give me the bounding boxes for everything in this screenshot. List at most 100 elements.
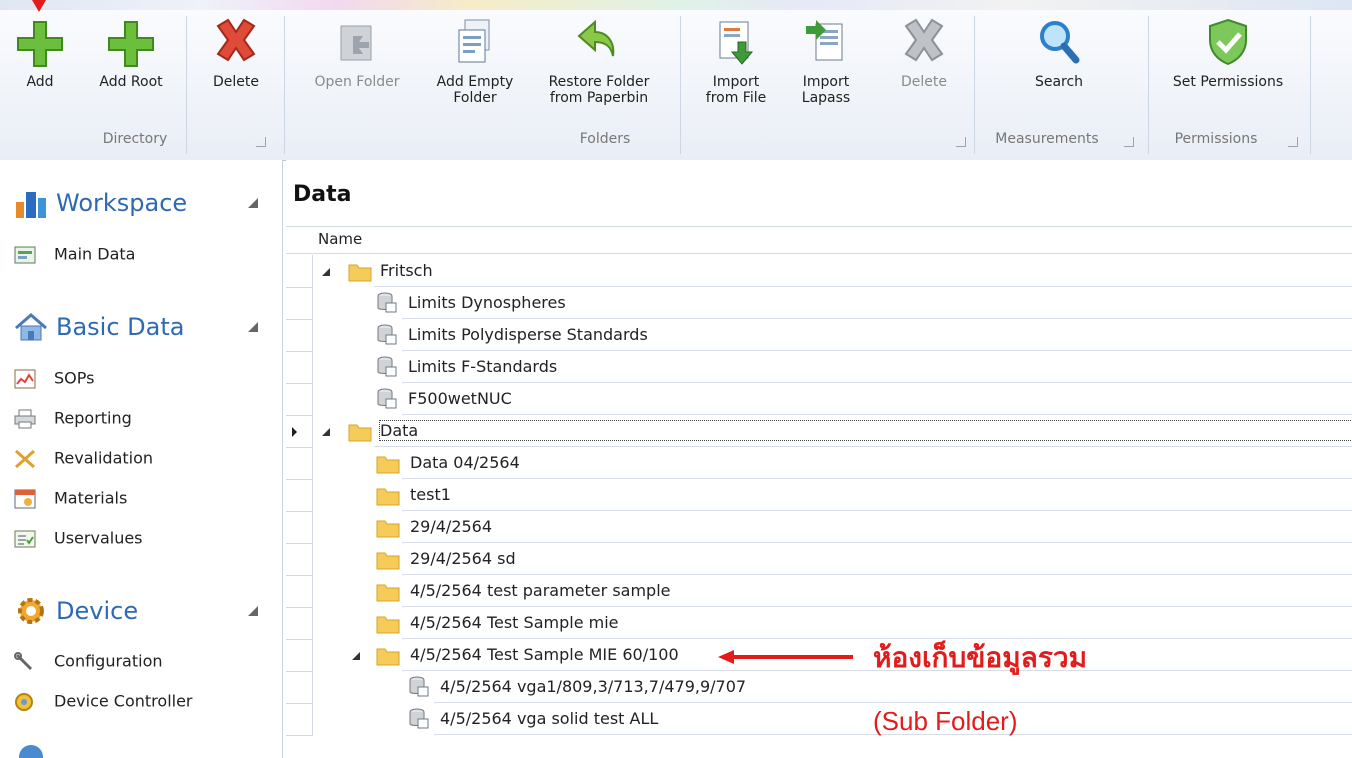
set-permissions-button[interactable]: Set Permissions [1162,16,1294,90]
delete-directory-button[interactable]: Delete [204,16,268,90]
add-root-button[interactable]: Add Root [88,16,174,90]
row-indicator[interactable] [286,607,313,640]
page-title: Data [293,182,352,207]
row-indicator[interactable] [286,511,313,544]
tree-row-folder[interactable]: Fritsch [286,255,1352,288]
collapse-workspace-icon[interactable] [248,198,258,208]
materials-icon [14,489,36,509]
row-indicator[interactable] [286,575,313,608]
open-folder-label: Open Folder [314,74,400,90]
tree-row-folder[interactable]: 29/4/2564 sd [286,543,1352,576]
restore-folder-button[interactable]: Restore Folder from Paperbin [536,16,662,106]
expand-chevron-icon[interactable] [352,652,360,660]
tree-row-folder[interactable]: test1 [286,479,1352,512]
next-section-icon [16,742,46,758]
column-header-label: Name [318,230,363,248]
sidebar-item-main-data[interactable]: Main Data [14,242,135,266]
sidebar-item-device-controller[interactable]: Device Controller [14,689,193,713]
sidebar-item-uservalues[interactable]: Uservalues [14,526,143,550]
import-lapass-button[interactable]: Import Lapass [788,16,864,106]
row-label: 29/4/2564 sd [410,549,516,568]
device-gear-icon [14,596,48,626]
collapse-basic-data-icon[interactable] [248,322,258,332]
section-workspace-label: Workspace [56,189,188,217]
import-file-label-2: from File [705,90,767,106]
permissions-launcher-icon[interactable] [1288,137,1298,147]
sidebar-item-configuration[interactable]: Configuration [14,649,163,673]
row-indicator[interactable] [286,287,313,320]
tree-row-folder[interactable]: 4/5/2564 test parameter sample [286,575,1352,608]
section-basic-data-label: Basic Data [56,313,185,341]
add-empty-folder-button[interactable]: Add Empty Folder [428,16,522,106]
group-folders-label: Folders [579,131,631,147]
annotation-arrow-icon [718,650,853,664]
tree-row-folder[interactable]: 29/4/2564 [286,511,1352,544]
tree-row-item[interactable]: Limits Polydisperse Standards [286,319,1352,352]
row-indicator[interactable] [286,255,313,288]
device-controller-label: Device Controller [54,691,193,711]
tree-row-folder[interactable]: 4/5/2564 Test Sample mie [286,607,1352,640]
tree-row-item[interactable]: 4/5/2564 vga1/809,3/713,7/479,9/707 [286,671,1352,704]
group-separator [974,16,975,154]
restore-folder-label-2: from Paperbin [549,90,649,106]
collapse-device-icon[interactable] [248,606,258,616]
tree-row-folder[interactable]: Data 04/2564 [286,447,1352,480]
top-annotation-arrow-icon [32,0,46,12]
main-data-icon [14,245,36,265]
separator [680,16,681,154]
measurements-launcher-icon[interactable] [1124,137,1134,147]
tree-row-item[interactable]: Limits F-Standards [286,351,1352,384]
sops-label: SOPs [54,368,95,388]
row-label: test1 [410,485,451,504]
expand-chevron-icon[interactable] [322,428,330,436]
folder-icon [348,264,372,282]
row-indicator[interactable] [286,319,313,352]
plus-icon [16,16,64,68]
row-indicator[interactable] [286,383,313,416]
open-folder-button[interactable]: Open Folder [302,16,412,90]
current-row-arrow-icon [292,427,297,437]
import-lapass-label-2: Lapass [801,90,851,106]
database-icon [377,356,397,377]
open-folder-icon [333,16,381,68]
row-indicator[interactable] [286,447,313,480]
row-label: F500wetNUC [408,389,512,408]
navigation-sidebar: Workspace Main Data Basic Data SOPs Repo… [0,160,283,758]
group-separator [1310,16,1311,154]
column-header-name[interactable]: Name [286,226,1352,254]
row-indicator[interactable] [286,639,313,672]
house-icon [14,312,48,342]
delete-folder-button[interactable]: Delete [884,16,964,90]
row-label: 29/4/2564 [410,517,493,536]
search-label: Search [1034,74,1084,90]
section-workspace[interactable]: Workspace [14,188,187,218]
sidebar-item-sops[interactable]: SOPs [14,366,94,390]
row-indicator[interactable] [286,543,313,576]
row-indicator[interactable] [286,351,313,384]
row-indicator[interactable] [286,479,313,512]
expand-chevron-icon[interactable] [322,268,330,276]
tree-row-item[interactable]: Limits Dynospheres [286,287,1352,320]
row-indicator[interactable] [286,415,313,448]
row-indicator[interactable] [286,671,313,704]
add-button[interactable]: Add [12,16,68,90]
directory-launcher-icon[interactable] [256,137,266,147]
tree-row-folder-selected[interactable]: Data [286,415,1352,448]
printer-icon [14,409,36,429]
add-root-label: Add Root [99,74,163,90]
tree-row-item[interactable]: F500wetNUC [286,383,1352,416]
tree-row-item[interactable]: 4/5/2564 vga solid test ALL [286,703,1352,736]
folders-launcher-icon[interactable] [956,137,966,147]
database-icon [377,292,397,313]
row-indicator[interactable] [286,703,313,736]
folder-icon [376,456,400,474]
sidebar-item-materials[interactable]: Materials [14,486,127,510]
group-permissions-label: Permissions [1174,131,1258,147]
sidebar-item-reporting[interactable]: Reporting [14,406,132,430]
search-button[interactable]: Search [1016,16,1102,90]
ribbon-top-strip [0,0,1352,10]
import-from-file-button[interactable]: Import from File [696,16,776,106]
sidebar-item-revalidation[interactable]: Revalidation [14,446,153,470]
section-basic-data[interactable]: Basic Data [14,312,184,342]
section-device[interactable]: Device [14,596,138,626]
